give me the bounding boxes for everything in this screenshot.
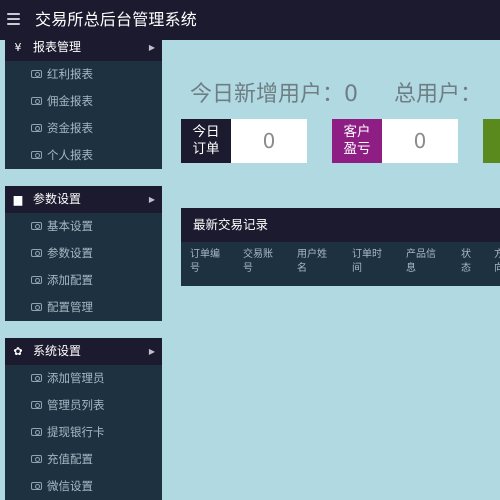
sidebar-item-label: 红利报表 [47, 67, 93, 81]
sidebar-item-add-config[interactable]: 添加配置 [5, 267, 162, 294]
column-header: 产品信 息 [406, 249, 436, 274]
money-icon [31, 151, 42, 159]
sidebar-item-add-admin[interactable]: 添加管理员 [5, 365, 162, 392]
menu-icon[interactable] [7, 10, 20, 28]
sidebar-group-parameters: ▆ 参数设置 ▶ 基本设置 参数设置 添加配置 配置管理 [5, 186, 162, 321]
column-header: 交易账 号 [243, 249, 273, 274]
sidebar-group-label: 参数设置 [33, 192, 82, 206]
sidebar-item-label: 添加管理员 [47, 371, 105, 385]
money-icon [31, 374, 42, 382]
sidebar-item-basic-settings[interactable]: 基本设置 [5, 213, 162, 240]
total-users-label: 总用户： [394, 82, 483, 107]
column-header: 用户姓 名 [297, 249, 327, 274]
sidebar-group-reports: ¥ 报表管理 ▶ 红利报表 佣金报表 资金报表 个人报表 [5, 40, 162, 169]
stat-card-label: 今日 订单 [181, 119, 231, 163]
sidebar-item-funds-report[interactable]: 资金报表 [5, 115, 162, 142]
document-icon: ▆ [13, 193, 23, 206]
money-icon [31, 276, 42, 284]
sidebar-item-label: 配置管理 [47, 300, 93, 314]
app-title: 交易所总后台管理系统 [35, 10, 198, 29]
sidebar-group-label: 报表管理 [33, 40, 82, 54]
money-icon [31, 428, 42, 436]
sidebar-item-param-settings[interactable]: 参数设置 [5, 240, 162, 267]
stat-card-today-orders: 今日 订单 0 [181, 119, 307, 163]
sidebar-item-label: 个人报表 [47, 148, 93, 162]
panel-title: 最新交易记录 [181, 208, 500, 242]
column-header: 订单编 号 [190, 249, 220, 274]
top-bar: 交易所总后台管理系统 [0, 0, 500, 40]
sidebar-item-label: 提现银行卡 [47, 425, 105, 439]
sidebar-item-wechat-settings[interactable]: 微信设置 [5, 473, 162, 500]
money-icon [31, 222, 42, 230]
chevron-right-icon: ▶ [148, 347, 155, 356]
sidebar-item-label: 充值配置 [47, 452, 93, 466]
column-header: 状 态 [461, 249, 471, 274]
sidebar-item-commission-report[interactable]: 佣金报表 [5, 88, 162, 115]
money-icon [31, 482, 42, 490]
sidebar-group-label: 系统设置 [33, 344, 82, 358]
chevron-right-icon: ▶ [148, 195, 155, 204]
sidebar-group-header-reports[interactable]: ¥ 报表管理 ▶ [5, 40, 162, 61]
chevron-right-icon: ▶ [148, 43, 155, 52]
new-users-label: 今日新增用户： [190, 82, 345, 107]
stat-card-value: 0 [413, 129, 427, 153]
sidebar-item-config-management[interactable]: 配置管理 [5, 294, 162, 321]
sidebar-item-label: 参数设置 [47, 246, 93, 260]
stat-card-customer-pnl: 客户 盈亏 0 [332, 119, 458, 163]
sidebar-item-label: 基本设置 [47, 219, 93, 233]
money-icon [31, 303, 42, 311]
sidebar-item-label: 资金报表 [47, 121, 93, 135]
sidebar-group-header-system[interactable]: ✿ 系统设置 ▶ [5, 338, 162, 365]
stat-card-today-flow: 今 流 [483, 119, 500, 163]
sidebar-group-system: ✿ 系统设置 ▶ 添加管理员 管理员列表 提现银行卡 充值配置 微信设置 [5, 338, 162, 500]
sidebar-group-header-parameters[interactable]: ▆ 参数设置 ▶ [5, 186, 162, 213]
stat-card-label: 今 流 [483, 119, 500, 163]
sidebar-item-label: 微信设置 [47, 479, 93, 493]
sidebar-item-label: 添加配置 [47, 273, 93, 287]
money-icon [31, 249, 42, 257]
money-icon [31, 401, 42, 409]
sidebar-item-personal-report[interactable]: 个人报表 [5, 142, 162, 169]
money-icon [31, 455, 42, 463]
stat-card-label: 客户 盈亏 [332, 119, 382, 163]
sidebar-item-label: 佣金报表 [47, 94, 93, 108]
column-header: 方 向 [494, 249, 500, 274]
sidebar-item-admin-list[interactable]: 管理员列表 [5, 392, 162, 419]
stat-card-value: 0 [262, 129, 276, 153]
money-icon [31, 70, 42, 78]
sidebar: ¥ 报表管理 ▶ 红利报表 佣金报表 资金报表 个人报表 ▆ 参数设置 ▶ 基本… [0, 40, 166, 500]
sidebar-item-recharge-config[interactable]: 充值配置 [5, 446, 162, 473]
table-header-row: 订单编 号 交易账 号 用户姓 名 订单时 间 产品信 息 状 态 方 向 [181, 242, 500, 286]
yen-icon: ¥ [14, 41, 22, 54]
gears-icon: ✿ [13, 345, 23, 358]
column-header: 订单时 间 [352, 249, 382, 274]
user-stats: 今日新增用户：0 总用户： [190, 76, 482, 108]
money-icon [31, 97, 42, 105]
sidebar-item-withdraw-bank[interactable]: 提现银行卡 [5, 419, 162, 446]
sidebar-item-label: 管理员列表 [47, 398, 105, 412]
money-icon [31, 124, 42, 132]
latest-trades-panel: 最新交易记录 订单编 号 交易账 号 用户姓 名 订单时 间 产品信 息 状 态… [181, 208, 500, 286]
sidebar-item-dividend-report[interactable]: 红利报表 [5, 61, 162, 88]
new-users-value: 0 [344, 82, 359, 107]
